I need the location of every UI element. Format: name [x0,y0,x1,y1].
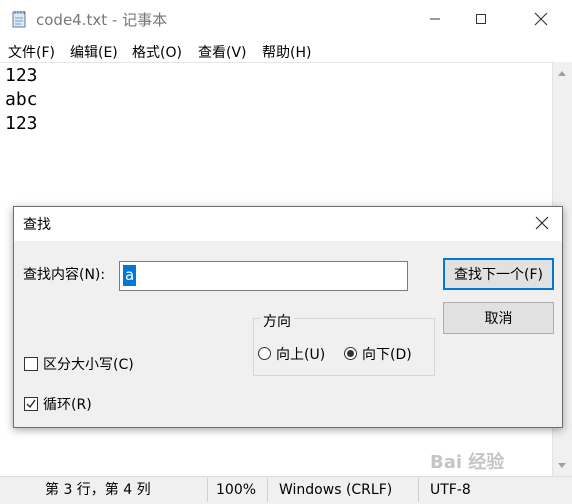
menu-file[interactable]: 文件(F) [8,42,55,62]
minimize-icon [430,18,440,20]
close-button[interactable] [518,0,564,38]
editor-line: 123 [5,65,38,86]
checkmark-icon [26,399,36,409]
menu-edit[interactable]: 编辑(E) [70,42,118,62]
direction-down-radio[interactable] [344,347,357,360]
dialog-title: 查找 [23,217,51,233]
menu-view[interactable]: 查看(V) [198,42,247,62]
find-what-value[interactable]: a [123,265,137,286]
window-title: code4.txt - 记事本 [36,11,168,29]
scroll-up-icon[interactable] [552,62,572,84]
editor-line: abc [5,89,38,110]
status-zoom: 100% [216,482,257,498]
editor-line: 123 [5,113,38,134]
maximize-icon [476,14,486,24]
maximize-button[interactable] [458,0,504,38]
cancel-button[interactable]: 取消 [443,302,554,334]
status-cursor-position: 第 3 行，第 4 列 [45,482,151,498]
find-what-input[interactable] [119,261,408,291]
close-icon [535,216,549,230]
watermark: Bai 经验 [430,452,505,473]
match-case-label[interactable]: 区分大小写(C) [43,354,134,374]
wrap-around-label[interactable]: 循环(R) [43,394,92,414]
find-next-button[interactable]: 查找下一个(F) [443,258,554,290]
direction-down-label[interactable]: 向下(D) [362,344,412,364]
status-divider [207,478,208,502]
close-icon [534,12,548,26]
radio-selected-dot [347,350,354,357]
direction-up-label[interactable]: 向上(U) [276,344,325,364]
wrap-around-checkbox[interactable] [24,397,38,411]
status-divider [267,478,268,502]
direction-up-radio[interactable] [258,347,271,360]
status-line-ending: Windows (CRLF) [279,482,393,498]
match-case-checkbox[interactable] [24,357,38,371]
menu-help[interactable]: 帮助(H) [262,42,311,62]
notepad-icon [12,10,27,28]
dialog-close-button[interactable] [532,213,552,233]
direction-group-title: 方向 [260,311,294,331]
status-divider [418,478,419,502]
status-encoding: UTF-8 [430,482,471,498]
scroll-down-icon[interactable] [552,454,572,476]
minimize-button[interactable] [412,0,458,38]
find-what-label: 查找内容(N): [23,267,106,283]
dialog-title-bar [14,207,562,241]
menu-format[interactable]: 格式(O) [132,42,182,62]
